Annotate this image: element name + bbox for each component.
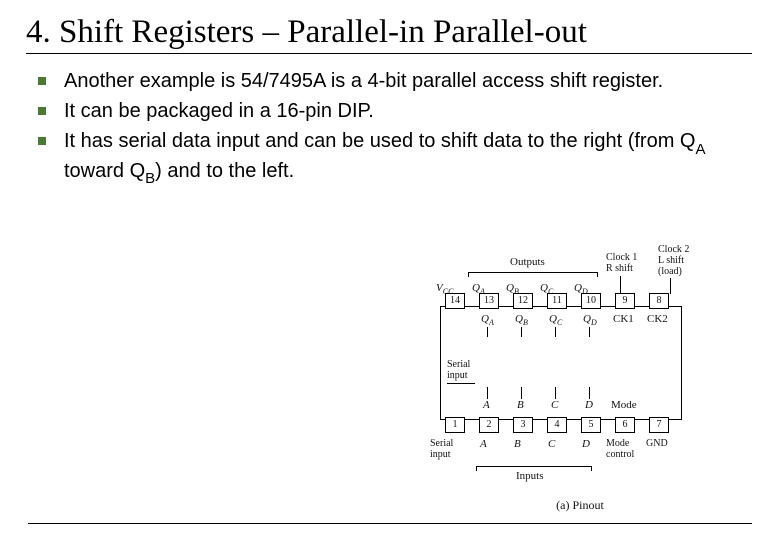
bullet-text: It has serial data input and can be used… — [64, 128, 752, 187]
clock1-label: Clock 1R shift — [606, 252, 637, 274]
clock2-label: Clock 2L shift(load) — [658, 244, 689, 277]
inner-qa: QA — [481, 313, 494, 327]
pin-6: 6 — [615, 417, 635, 433]
pin-14: 14 — [445, 293, 465, 309]
pin-2: 2 — [479, 417, 499, 433]
inner-qd: QD — [583, 313, 597, 327]
inner-ck2: CK2 — [647, 313, 668, 325]
serial-input-inner: Serialinput — [447, 359, 470, 381]
pin-11: 11 — [547, 293, 567, 309]
pin-label-c: C — [548, 438, 555, 450]
bullet-text: Another example is 54/7495A is a 4-bit p… — [64, 68, 752, 94]
inner-d: D — [585, 399, 593, 411]
inner-qc: QC — [549, 313, 562, 327]
inner-b: B — [517, 399, 524, 411]
pin-4: 4 — [547, 417, 567, 433]
pin-9: 9 — [615, 293, 635, 309]
pin-label-serial: Serialinput — [430, 438, 453, 460]
chip-body: 14 13 12 11 10 9 8 QA QB QC QD CK1 CK2 S… — [440, 306, 682, 420]
bullet-text: It can be packaged in a 16-pin DIP. — [64, 98, 752, 124]
pin-label-b: B — [514, 438, 521, 450]
inner-c: C — [551, 399, 558, 411]
bullet-icon — [38, 77, 46, 85]
pin-label-a: A — [480, 438, 487, 450]
clock2-line — [670, 278, 671, 294]
outputs-brace — [468, 272, 598, 273]
bullet-list: Another example is 54/7495A is a 4-bit p… — [28, 68, 752, 187]
pin-10: 10 — [581, 293, 601, 309]
pin-1: 1 — [445, 417, 465, 433]
pin-label-mode: Modecontrol — [606, 438, 634, 460]
pin-label-gnd: GND — [646, 438, 668, 449]
pinout-diagram: VCC QA QB QC QD Outputs Clock 1R shift C… — [420, 238, 740, 513]
pin-5: 5 — [581, 417, 601, 433]
list-item: Another example is 54/7495A is a 4-bit p… — [38, 68, 752, 94]
pin-8: 8 — [649, 293, 669, 309]
diagram-caption: (a) Pinout — [420, 498, 740, 513]
serial-input-line — [447, 383, 475, 384]
pin-label-d: D — [582, 438, 590, 450]
inner-a: A — [483, 399, 490, 411]
list-item: It can be packaged in a 16-pin DIP. — [38, 98, 752, 124]
pin-12: 12 — [513, 293, 533, 309]
inputs-brace — [476, 466, 592, 467]
pin-13: 13 — [479, 293, 499, 309]
inputs-label: Inputs — [516, 470, 544, 482]
inner-ck1: CK1 — [613, 313, 634, 325]
clock1-line — [620, 276, 621, 294]
slide-title: 4. Shift Registers – Parallel-in Paralle… — [26, 14, 752, 54]
pin-3: 3 — [513, 417, 533, 433]
inner-qb: QB — [515, 313, 528, 327]
bottom-rule — [28, 523, 752, 525]
bullet-icon — [38, 137, 46, 145]
outputs-label: Outputs — [510, 256, 545, 268]
inner-mode: Mode — [611, 399, 637, 411]
bullet-icon — [38, 107, 46, 115]
pin-7: 7 — [649, 417, 669, 433]
list-item: It has serial data input and can be used… — [38, 128, 752, 187]
